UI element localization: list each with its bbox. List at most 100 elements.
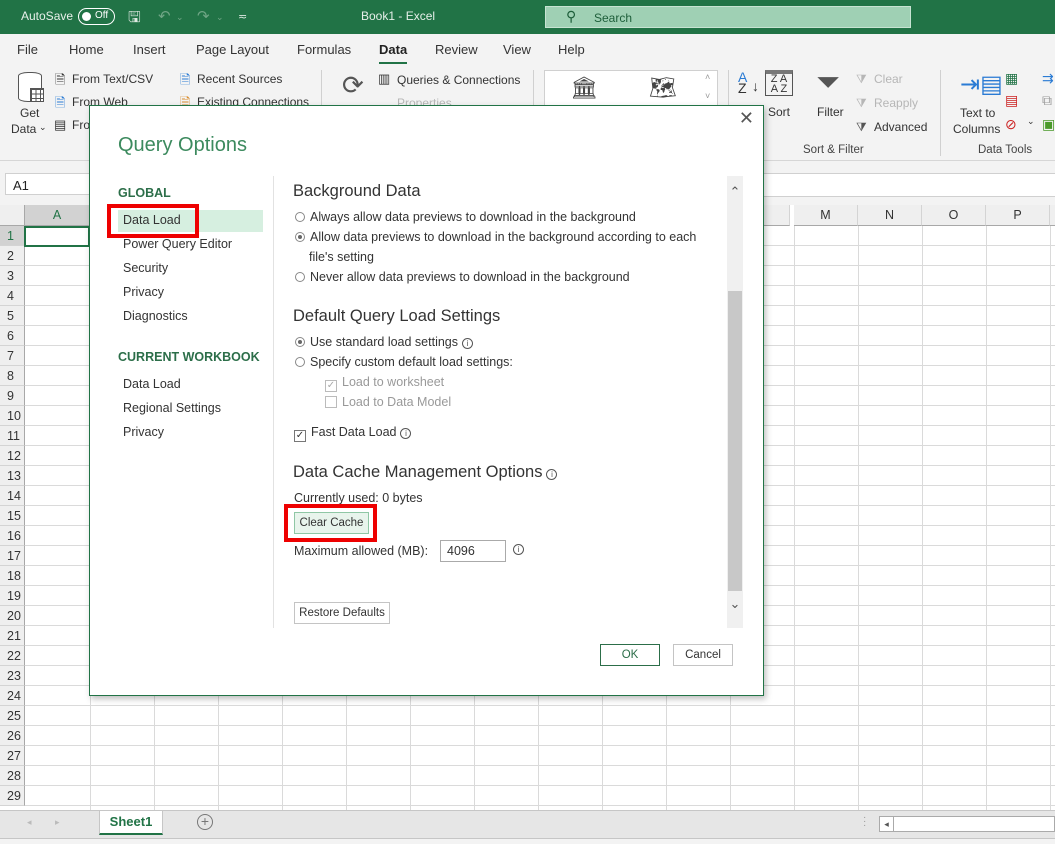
- row-header[interactable]: 8: [0, 366, 25, 386]
- data-types-gallery[interactable]: 🏛 🗺 ˄ ˅: [544, 70, 718, 110]
- row-header[interactable]: 25: [0, 706, 25, 726]
- nav-global-privacy[interactable]: Privacy: [118, 282, 263, 304]
- geography-icon[interactable]: 🗺: [649, 75, 677, 101]
- tab-insert[interactable]: Insert: [133, 42, 166, 57]
- tab-data[interactable]: Data: [379, 42, 408, 65]
- advanced-button[interactable]: Advanced: [874, 120, 927, 134]
- checkbox-fast-data-load[interactable]: ✓ Fast Data Load i: [294, 425, 412, 442]
- nav-workbook-privacy[interactable]: Privacy: [118, 422, 263, 444]
- scroll-sheets-right-icon[interactable]: ▸: [55, 817, 60, 828]
- max-allowed-input[interactable]: 4096: [440, 540, 506, 562]
- split-handle-icon[interactable]: · · ·: [863, 813, 866, 831]
- name-box[interactable]: A1: [5, 173, 95, 195]
- radio-button[interactable]: [295, 272, 305, 282]
- nav-diagnostics[interactable]: Diagnostics: [118, 306, 263, 328]
- redo-dropdown-icon[interactable]: ⌄: [216, 12, 224, 23]
- info-icon[interactable]: i: [513, 544, 524, 555]
- cancel-button[interactable]: Cancel: [673, 644, 733, 666]
- clear-button[interactable]: Clear: [874, 72, 903, 86]
- row-header[interactable]: 12: [0, 446, 25, 466]
- customize-quick-access-icon[interactable]: ≂: [238, 10, 247, 23]
- row-header[interactable]: 1: [0, 226, 25, 246]
- ok-button[interactable]: OK: [600, 644, 660, 666]
- undo-dropdown-icon[interactable]: ⌄: [176, 12, 184, 23]
- get-data-button[interactable]: Get Data ⌄: [10, 70, 50, 140]
- redo-icon[interactable]: ↷: [197, 7, 210, 25]
- row-header[interactable]: 26: [0, 726, 25, 746]
- row-header[interactable]: 19: [0, 586, 25, 606]
- scrollbar-thumb[interactable]: [728, 291, 742, 591]
- recent-sources-button[interactable]: Recent Sources: [197, 72, 282, 86]
- tab-formulas[interactable]: Formulas: [297, 42, 351, 57]
- row-header[interactable]: 23: [0, 666, 25, 686]
- column-header-n[interactable]: N: [858, 205, 922, 226]
- radio-per-file-setting[interactable]: Allow data previews to download in the b…: [295, 230, 696, 244]
- row-header[interactable]: 2: [0, 246, 25, 266]
- row-header[interactable]: 3: [0, 266, 25, 286]
- nav-regional-settings[interactable]: Regional Settings: [118, 398, 263, 420]
- select-all-corner[interactable]: [0, 205, 25, 226]
- column-header-m[interactable]: M: [794, 205, 858, 226]
- info-icon[interactable]: i: [462, 338, 474, 349]
- row-header[interactable]: 4: [0, 286, 25, 306]
- column-header-p[interactable]: P: [986, 205, 1050, 226]
- radio-button-selected[interactable]: [295, 232, 305, 242]
- gallery-scroll-up-icon[interactable]: ˄: [705, 72, 710, 82]
- row-header[interactable]: 28: [0, 766, 25, 786]
- row-header[interactable]: 9: [0, 386, 25, 406]
- row-header[interactable]: 16: [0, 526, 25, 546]
- row-header[interactable]: 29: [0, 786, 25, 806]
- selected-cell-a1[interactable]: [24, 226, 90, 247]
- column-header-a[interactable]: A: [25, 205, 90, 226]
- horizontal-scrollbar[interactable]: ◂: [879, 816, 1055, 832]
- radio-standard-load[interactable]: Use standard load settings i: [295, 335, 474, 349]
- column-header-o[interactable]: O: [922, 205, 986, 226]
- relationships-icon[interactable]: ⧉: [1042, 92, 1052, 109]
- data-validation-icon[interactable]: ⊘: [1005, 116, 1017, 133]
- undo-icon[interactable]: ↶: [158, 7, 171, 25]
- radio-never-allow[interactable]: Never allow data previews to download in…: [295, 270, 630, 284]
- radio-button[interactable]: [295, 357, 305, 367]
- manage-data-model-icon[interactable]: ▣: [1042, 116, 1055, 133]
- data-validation-dropdown-icon[interactable]: ⌄: [1027, 116, 1035, 127]
- row-header[interactable]: 22: [0, 646, 25, 666]
- radio-button[interactable]: [295, 212, 305, 222]
- save-icon[interactable]: 🖫: [128, 7, 141, 32]
- info-icon[interactable]: i: [546, 469, 558, 480]
- queries-connections-button[interactable]: Queries & Connections: [397, 73, 520, 87]
- from-table-button[interactable]: Fro: [72, 118, 90, 132]
- reapply-button[interactable]: Reapply: [874, 96, 918, 110]
- row-header[interactable]: 13: [0, 466, 25, 486]
- tab-file[interactable]: File: [17, 42, 38, 57]
- tab-home[interactable]: Home: [69, 42, 104, 57]
- nav-security[interactable]: Security: [118, 258, 263, 280]
- info-icon[interactable]: i: [400, 428, 412, 439]
- refresh-all-icon[interactable]: ⟳: [342, 70, 364, 101]
- row-header[interactable]: 24: [0, 686, 25, 706]
- flash-fill-icon[interactable]: ▦: [1005, 70, 1018, 87]
- text-to-columns-label1[interactable]: Text to: [960, 106, 995, 120]
- row-header[interactable]: 21: [0, 626, 25, 646]
- sort-a-z-icon[interactable]: AZ: [738, 70, 747, 95]
- radio-always-allow[interactable]: Always allow data previews to download i…: [295, 210, 636, 224]
- settings-scrollbar[interactable]: ⌃ ⌄: [727, 176, 743, 628]
- formula-bar[interactable]: [760, 173, 1055, 197]
- tab-page-layout[interactable]: Page Layout: [196, 42, 269, 57]
- scroll-up-arrow-icon[interactable]: ⌃: [727, 184, 743, 200]
- from-text-csv-button[interactable]: From Text/CSV: [72, 72, 153, 86]
- radio-custom-load[interactable]: Specify custom default load settings:: [295, 355, 513, 369]
- autosave-toggle[interactable]: Off: [78, 8, 115, 25]
- checkbox-unchecked[interactable]: [325, 396, 337, 408]
- tab-review[interactable]: Review: [435, 42, 478, 57]
- sheet-tab-sheet1[interactable]: Sheet1: [99, 811, 163, 835]
- checkbox-checked[interactable]: ✓: [294, 430, 306, 442]
- row-header[interactable]: 5: [0, 306, 25, 326]
- column-header-q[interactable]: [1050, 205, 1055, 226]
- gallery-scroll-down-icon[interactable]: ˅: [705, 91, 710, 101]
- scroll-left-arrow-icon[interactable]: ◂: [880, 817, 894, 831]
- stocks-icon[interactable]: 🏛: [570, 75, 598, 101]
- filter-button[interactable]: Filter: [817, 105, 844, 119]
- row-header[interactable]: 20: [0, 606, 25, 626]
- radio-button-selected[interactable]: [295, 337, 305, 347]
- restore-defaults-button[interactable]: Restore Defaults: [294, 602, 390, 624]
